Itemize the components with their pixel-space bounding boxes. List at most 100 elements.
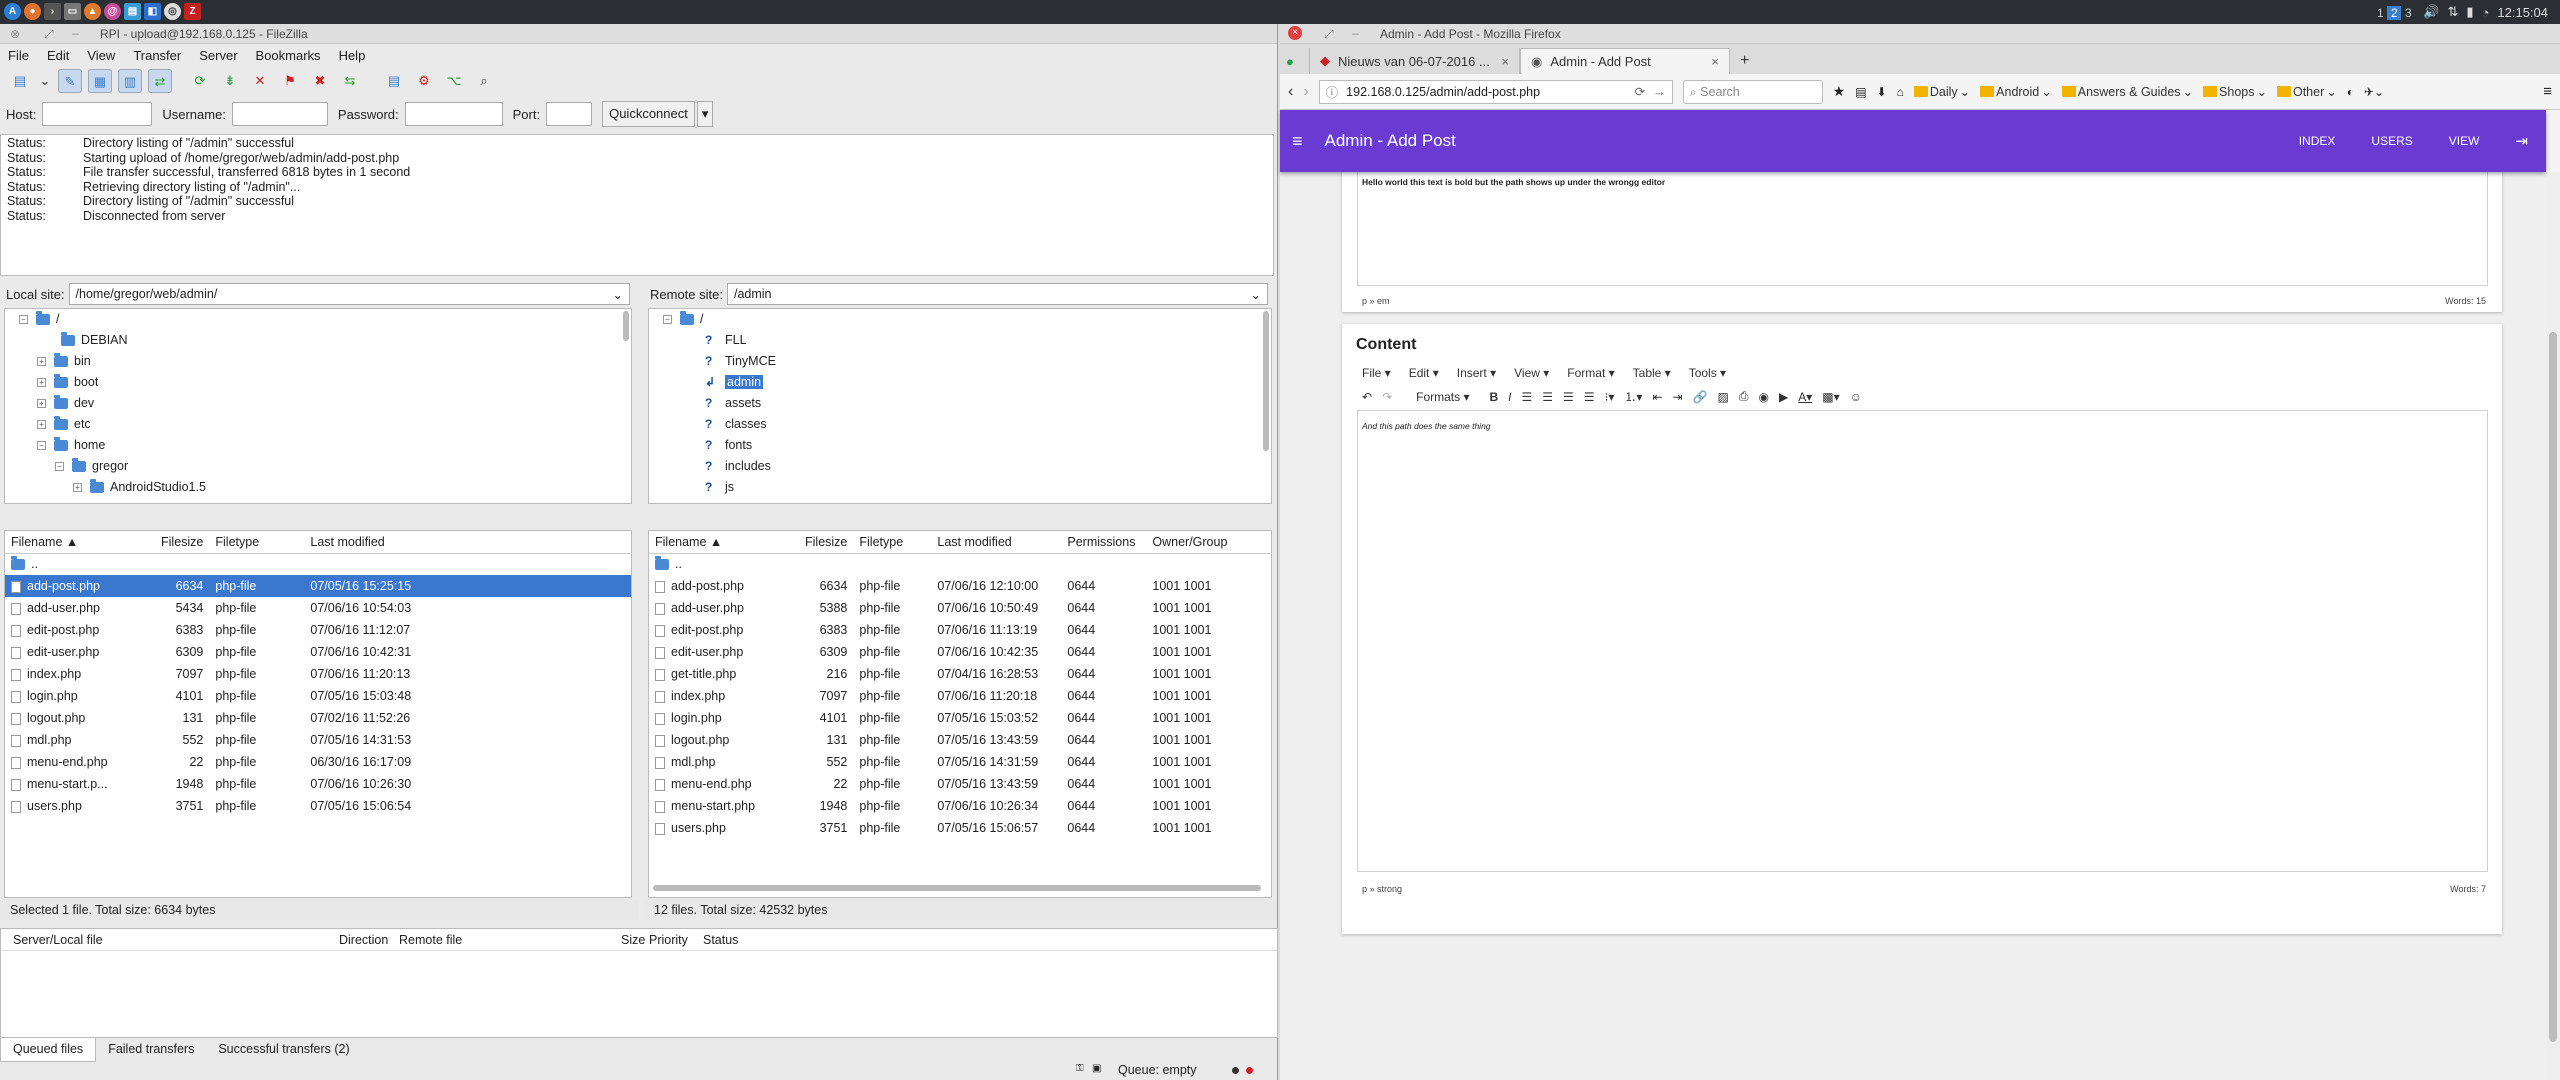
file-row[interactable]: menu-end.php 22 php-file 07/05/16 13:43:59 0…	[649, 773, 1271, 795]
download-icon[interactable]: ⬇	[1877, 85, 1887, 99]
file-row[interactable]: logout.php 131 php-file 07/02/16 11:52:26	[5, 707, 631, 729]
local-path-field[interactable]: /home/gregor/web/admin/ ⌄	[68, 283, 630, 305]
url-bar[interactable]: ⓘ 192.168.0.125/admin/add-post.php ⟳ →	[1318, 79, 1673, 104]
collapse-icon[interactable]: −	[55, 461, 64, 471]
parent-dir-row[interactable]: ..	[649, 553, 1271, 575]
nav-view[interactable]: VIEW	[2449, 134, 2480, 148]
col-filename[interactable]: Filename ▲	[5, 531, 155, 554]
menu-transfer[interactable]: Transfer	[133, 48, 181, 63]
site-manager-icon[interactable]: ▤	[8, 69, 32, 93]
clipboard-icon[interactable]: ▤	[1855, 85, 1866, 99]
close-icon[interactable]: ×	[1288, 26, 1302, 40]
editor-menu-edit[interactable]: Edit ▾	[1409, 366, 1439, 380]
link-icon[interactable]: 🔗	[1693, 390, 1708, 404]
extension-icon-2[interactable]: ✈⌄	[2364, 85, 2384, 99]
quickconnect-dropdown-icon[interactable]: ▾	[696, 101, 714, 127]
back-icon[interactable]: ‹	[1288, 83, 1293, 101]
col-filesize[interactable]: Filesize	[799, 531, 854, 554]
bookmark-folder-other[interactable]: Other ⌄	[2276, 84, 2337, 99]
file-row[interactable]: edit-user.php 6309 php-file 07/06/16 10:42:…	[5, 641, 631, 663]
refresh-icon[interactable]: ⟳	[188, 69, 212, 93]
editor-menu-file[interactable]: File ▾	[1362, 366, 1391, 380]
col-owner-group[interactable]: Owner/Group	[1146, 531, 1271, 554]
file-row[interactable]: add-user.php 5434 php-file 07/06/16 10:54:0…	[5, 597, 631, 619]
col-filetype[interactable]: Filetype	[853, 531, 932, 554]
file-row[interactable]: users.php 3751 php-file 07/05/16 15:06:54	[5, 795, 631, 817]
bookmark-folder-android[interactable]: Android ⌄	[1980, 84, 2052, 99]
collapse-icon[interactable]: −	[19, 314, 28, 324]
maximize-icon[interactable]: ⤢	[1324, 27, 1334, 42]
tree-node[interactable]: + dev	[37, 393, 94, 413]
workspace-3[interactable]: 3	[2401, 6, 2415, 20]
bookmark-star-icon[interactable]: ★	[1833, 83, 1846, 100]
file-row[interactable]: menu-end.php 22 php-file 06/30/16 16:17:09	[5, 751, 631, 773]
close-tab-icon[interactable]: ×	[1711, 54, 1719, 69]
wifi-icon[interactable]: ◔	[2482, 5, 2490, 20]
files-launcher-icon[interactable]: ▭	[64, 3, 81, 20]
app-launcher-icon-5[interactable]: ◎	[164, 3, 181, 20]
app-launcher-icon[interactable]: A	[4, 3, 21, 20]
menu-bookmarks[interactable]: Bookmarks	[256, 48, 321, 63]
disconnect-icon[interactable]: ⚑	[278, 69, 302, 93]
scrollbar-thumb[interactable]	[2549, 332, 2557, 1042]
volume-icon[interactable]: 🔊	[2423, 4, 2439, 20]
reload-icon[interactable]: ⟳	[1635, 84, 1645, 99]
expand-icon[interactable]: +	[73, 482, 82, 492]
tree-node[interactable]: ↲ admin	[705, 372, 764, 392]
remote-path-field[interactable]: /admin ⌄	[726, 283, 1268, 305]
toggle-remote-tree-icon[interactable]: ▥	[118, 69, 142, 93]
toggle-log-icon[interactable]: ✎	[58, 69, 82, 93]
tree-scrollbar[interactable]	[623, 311, 629, 341]
toggle-sync-browsing-icon[interactable]: ⚙	[412, 69, 436, 93]
pinned-tab-whatsapp[interactable]: ●	[1280, 48, 1310, 74]
col-filesize[interactable]: Filesize	[155, 531, 210, 554]
editor-menu-format[interactable]: Format ▾	[1567, 366, 1614, 380]
file-row[interactable]: add-post.php 6634 php-file 07/05/16 15:25:1…	[5, 575, 631, 597]
search-remote-files-icon[interactable]: ⌕	[472, 69, 496, 93]
col-remote-file[interactable]: Remote file	[399, 933, 621, 947]
chevron-down-icon[interactable]: ⌄	[1251, 287, 1261, 302]
media-icon[interactable]: ▶	[1779, 390, 1788, 404]
file-row[interactable]: edit-post.php 6383 php-file 07/06/16 11:13:…	[649, 619, 1271, 641]
page-scrollbar[interactable]	[2546, 172, 2560, 1080]
file-row[interactable]: menu-start.p... 1948 php-file 07/06/16 10:2…	[5, 773, 631, 795]
editor-menu-view[interactable]: View ▾	[1514, 366, 1549, 380]
redo-icon[interactable]: ↷	[1382, 390, 1392, 404]
preview-icon[interactable]: ◉	[1758, 390, 1768, 404]
tree-node[interactable]: − home	[37, 435, 105, 455]
nav-index[interactable]: INDEX	[2299, 134, 2336, 148]
outdent-icon[interactable]: ⇤	[1652, 390, 1662, 404]
align-right-icon[interactable]: ☰	[1563, 390, 1574, 404]
toggle-queue-icon[interactable]: ⇄	[148, 69, 172, 93]
close-icon[interactable]: ⊗	[10, 27, 20, 41]
editor-menu-insert[interactable]: Insert ▾	[1457, 366, 1496, 380]
tab-queued-files[interactable]: Queued files	[0, 1038, 97, 1062]
home-icon[interactable]: ⌂	[1897, 85, 1904, 99]
content-editor[interactable]: And this path does the same thing	[1357, 410, 2488, 872]
title-editor[interactable]: Hello world this text is bold but the pa…	[1357, 172, 2488, 286]
file-row[interactable]: login.php 4101 php-file 07/05/16 15:03:52 06…	[649, 707, 1271, 729]
file-row[interactable]: index.php 7097 php-file 07/06/16 11:20:13	[5, 663, 631, 685]
menu-icon[interactable]: ≡	[1292, 131, 1303, 152]
align-justify-icon[interactable]: ☰	[1584, 390, 1595, 404]
col-lastmodified[interactable]: Last modified	[304, 531, 631, 554]
process-queue-icon[interactable]: ⇟	[218, 69, 242, 93]
info-icon[interactable]: ⓘ	[1326, 82, 1339, 101]
site-manager-dropdown-icon[interactable]: ⌄	[38, 69, 52, 93]
username-input[interactable]	[231, 102, 328, 126]
minimize-icon[interactable]: –	[72, 26, 79, 40]
col-size[interactable]: Size	[621, 933, 649, 947]
file-row[interactable]: mdl.php 552 php-file 07/05/16 14:31:59 0644 1…	[649, 751, 1271, 773]
formats-dropdown[interactable]: Formats ▾	[1416, 390, 1469, 404]
reconnect-icon[interactable]: ✖	[308, 69, 332, 93]
editor-menu-tools[interactable]: Tools ▾	[1689, 366, 1726, 380]
filezilla-launcher-icon[interactable]: Z	[184, 3, 201, 20]
print-icon[interactable]: ⎙	[1739, 389, 1749, 404]
image-icon[interactable]: ▨	[1718, 390, 1729, 404]
close-tab-icon[interactable]: ×	[1501, 54, 1509, 69]
col-lastmodified[interactable]: Last modified	[931, 531, 1062, 554]
menu-file[interactable]: File	[8, 48, 29, 63]
bullet-list-icon[interactable]: ⁝▾	[1605, 390, 1615, 404]
expand-icon[interactable]: +	[37, 356, 46, 366]
toggle-local-tree-icon[interactable]: ▦	[88, 69, 112, 93]
